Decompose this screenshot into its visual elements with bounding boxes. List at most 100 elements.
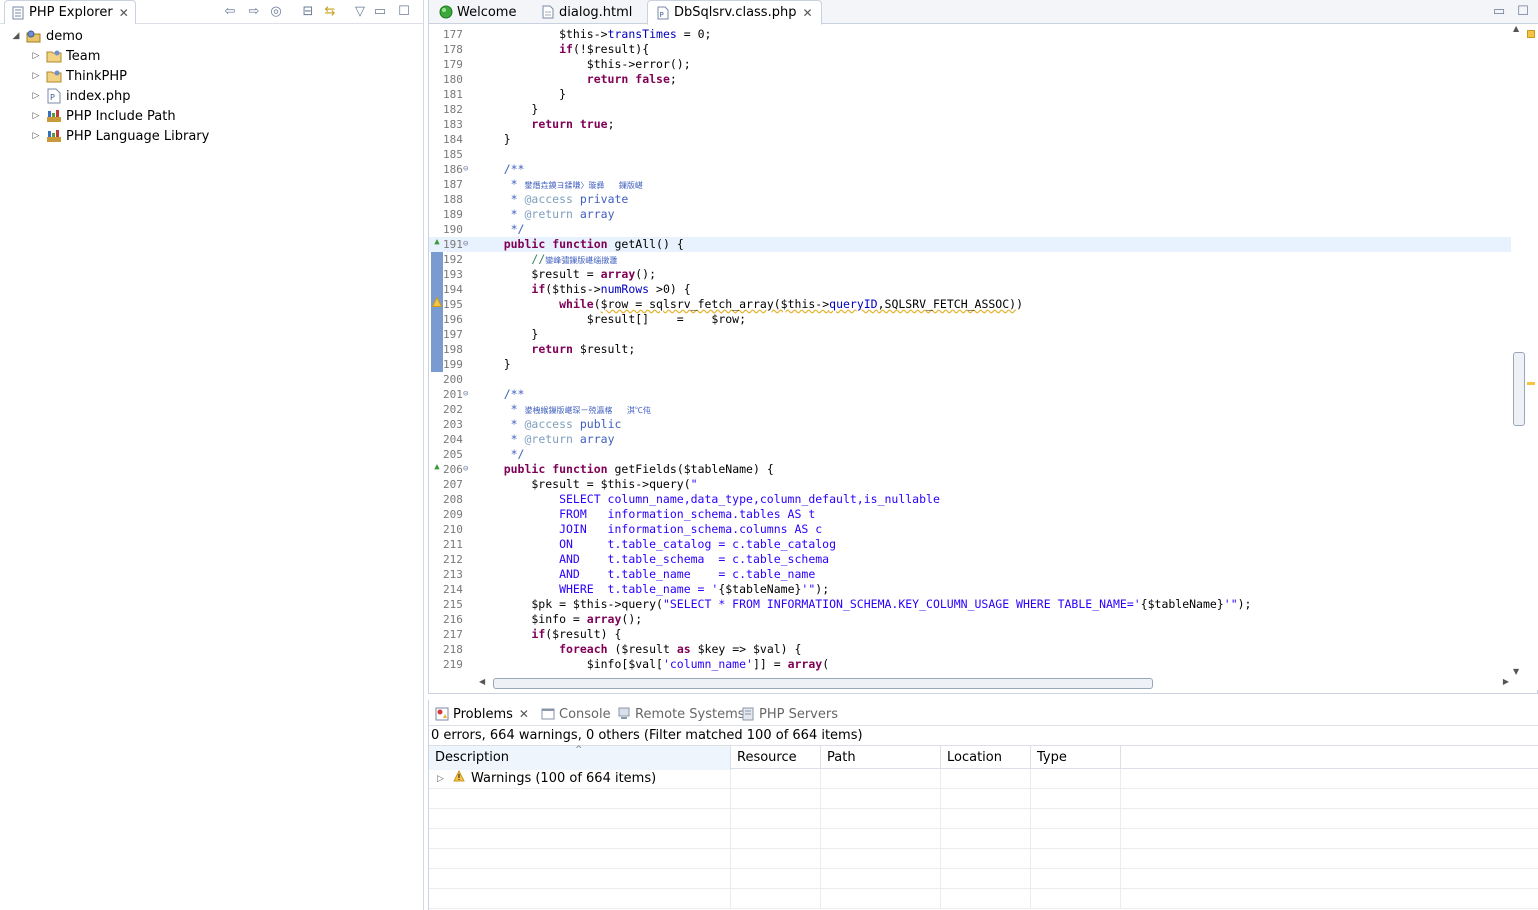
tab-dbsqlsrv-class-php[interactable]: P DbSqlsrv.class.php ✕ xyxy=(647,0,822,25)
view-menu-icon[interactable]: ▽ xyxy=(352,4,368,20)
overview-ruler[interactable] xyxy=(1525,24,1538,690)
override-marker-icon[interactable]: ▲ xyxy=(432,462,442,472)
collapsed-icon[interactable]: ▷ xyxy=(30,71,42,81)
code-text-area[interactable]: 177 $this->transTimes = 0; 178 if(!$resul… xyxy=(429,24,1511,676)
close-icon[interactable]: ✕ xyxy=(119,6,129,20)
forward-icon[interactable]: ⇨ xyxy=(246,4,262,20)
tab-remote-systems[interactable]: Remote Systems xyxy=(613,702,749,726)
tab-problems[interactable]: Problems ✕ xyxy=(431,702,533,726)
code-line[interactable]: 177 $this->transTimes = 0; xyxy=(429,27,1511,42)
code-line[interactable]: 183 return true; xyxy=(429,117,1511,132)
up-icon[interactable]: ◎ xyxy=(268,4,284,20)
collapsed-icon[interactable]: ▷ xyxy=(30,51,42,61)
code-line[interactable]: 211 ON t.table_catalog = c.table_catalog xyxy=(429,537,1511,552)
code-line[interactable]: 190 */ xyxy=(429,222,1511,237)
code-line[interactable]: 209 FROM information_schema.tables AS t xyxy=(429,507,1511,522)
code-line[interactable]: 198 return $result; xyxy=(429,342,1511,357)
code-line[interactable]: 199 } xyxy=(429,357,1511,372)
code-line[interactable]: 178 if(!$result){ xyxy=(429,42,1511,57)
code-line[interactable]: 214 WHERE t.table_name = '{$tableName}'"… xyxy=(429,582,1511,597)
code-line[interactable]: 184 } xyxy=(429,132,1511,147)
code-line[interactable]: 202 * 鍙栧緱鏁版嵁琛ㄧ殑瀛楁 淇℃伅 xyxy=(429,402,1511,417)
tree-item-index-php[interactable]: ▷ P index.php xyxy=(0,86,420,106)
code-line[interactable]: 192 //鑾峰彇鏁版嵁缁撴灉 xyxy=(429,252,1511,267)
fold-toggle-icon[interactable]: ⊖ xyxy=(463,237,468,252)
column-header-location[interactable]: Location xyxy=(941,746,1031,770)
code-line[interactable]: 200 xyxy=(429,372,1511,387)
collapsed-icon[interactable]: ▷ xyxy=(30,91,42,101)
close-icon[interactable]: ✕ xyxy=(802,6,812,20)
column-header-type[interactable]: Type xyxy=(1031,746,1121,770)
code-line[interactable]: 201 ⊖ /** xyxy=(429,387,1511,402)
code-line[interactable]: 217 if($result) { xyxy=(429,627,1511,642)
code-line[interactable]: 212 AND t.table_schema = c.table_schema xyxy=(429,552,1511,567)
warning-marker-icon[interactable] xyxy=(431,296,443,307)
code-line[interactable]: 197 } xyxy=(429,327,1511,342)
code-line[interactable]: 185 xyxy=(429,147,1511,162)
code-line[interactable]: 216 $info = array(); xyxy=(429,612,1511,627)
code-line[interactable]: 182 } xyxy=(429,102,1511,117)
column-header-path[interactable]: Path xyxy=(821,746,941,770)
vertical-scroll-thumb[interactable] xyxy=(1513,352,1525,426)
maximize-icon[interactable]: ☐ xyxy=(1515,4,1531,20)
code-line[interactable]: 186 ⊖ /** xyxy=(429,162,1511,177)
code-line[interactable]: 189 * @return array xyxy=(429,207,1511,222)
minimize-icon[interactable]: ▭ xyxy=(372,4,388,20)
warning-marker[interactable] xyxy=(1527,382,1535,385)
override-marker-icon[interactable]: ▲ xyxy=(432,237,442,247)
scroll-right-icon[interactable]: ▶ xyxy=(1503,677,1509,686)
tree-item-php-language-library[interactable]: ▷ PHP Language Library xyxy=(0,126,420,146)
code-line[interactable]: 188 * @access private xyxy=(429,192,1511,207)
code-line[interactable]: 195 while($row = sqlsrv_fetch_array($thi… xyxy=(429,296,1511,312)
horizontal-scrollbar[interactable]: ◀ ▶ xyxy=(477,676,1511,690)
fold-toggle-icon[interactable]: ⊖ xyxy=(463,162,468,177)
code-line[interactable]: 181 } xyxy=(429,87,1511,102)
close-icon[interactable]: ✕ xyxy=(519,707,529,721)
tree-item-php-include-path[interactable]: ▷ PHP Include Path xyxy=(0,106,420,126)
code-line[interactable]: 218 foreach ($result as $key => $val) { xyxy=(429,642,1511,657)
horizontal-scroll-thumb[interactable] xyxy=(493,678,1153,689)
code-line[interactable]: 210 JOIN information_schema.columns AS c xyxy=(429,522,1511,537)
minimize-icon[interactable]: ▭ xyxy=(1491,4,1507,20)
link-with-editor-icon[interactable]: ⇆ xyxy=(322,4,338,20)
code-line[interactable]: 196 $result[] = $row; xyxy=(429,312,1511,327)
tab-php-explorer[interactable]: PHP Explorer ✕ xyxy=(4,0,136,24)
back-icon[interactable]: ⇦ xyxy=(222,4,238,20)
tab-welcome[interactable]: Welcome xyxy=(431,0,524,24)
code-line[interactable]: 179 $this->error(); xyxy=(429,57,1511,72)
code-line[interactable]: 193 $result = array(); xyxy=(429,267,1511,282)
vertical-scrollbar[interactable]: ▲ ▼ xyxy=(1511,24,1525,676)
tab-console[interactable]: Console xyxy=(537,702,615,726)
tree-item-thinkphp[interactable]: ▷ ThinkPHP xyxy=(0,66,420,86)
code-line[interactable]: 187 * 鐢熸垚鏌ヨ鍒嗛〉璇彞 鏁版嵁 xyxy=(429,177,1511,192)
code-line[interactable]: 180 return false; xyxy=(429,72,1511,87)
scroll-left-icon[interactable]: ◀ xyxy=(479,677,485,686)
fold-toggle-icon[interactable]: ⊖ xyxy=(463,462,468,477)
scroll-up-icon[interactable]: ▲ xyxy=(1513,24,1519,33)
code-line[interactable]: 191 ⊖ ▲ public function getAll() { xyxy=(429,237,1511,252)
warning-summary-icon[interactable] xyxy=(1527,30,1535,38)
code-line[interactable]: 208 SELECT column_name,data_type,column_… xyxy=(429,492,1511,507)
column-header-resource[interactable]: Resource xyxy=(731,746,821,770)
fold-toggle-icon[interactable]: ⊖ xyxy=(463,387,468,402)
code-line[interactable]: 219 $info[$val['column_name']] = array( xyxy=(429,657,1511,672)
collapsed-icon[interactable]: ▷ xyxy=(30,131,42,141)
table-row[interactable]: ▷ Warnings (100 of 664 items) xyxy=(429,769,1538,789)
code-line[interactable]: 205 */ xyxy=(429,447,1511,462)
code-line[interactable]: 215 $pk = $this->query("SELECT * FROM IN… xyxy=(429,597,1511,612)
code-line[interactable]: 194 if($this->numRows >0) { xyxy=(429,282,1511,297)
tree-item-team[interactable]: ▷ Team xyxy=(0,46,420,66)
maximize-icon[interactable]: ☐ xyxy=(396,4,412,20)
collapse-all-icon[interactable]: ⊟ xyxy=(300,4,316,20)
tab-dialog-html[interactable]: dialog.html xyxy=(533,0,640,24)
column-header-description[interactable]: Description ^ xyxy=(429,745,731,770)
collapsed-icon[interactable]: ▷ xyxy=(437,769,449,789)
tree-item-demo[interactable]: ◢ demo xyxy=(0,26,420,46)
code-line[interactable]: 204 * @return array xyxy=(429,432,1511,447)
collapsed-icon[interactable]: ▷ xyxy=(30,111,42,121)
code-line[interactable]: 213 AND t.table_name = c.table_name xyxy=(429,567,1511,582)
expanded-icon[interactable]: ◢ xyxy=(10,31,22,41)
code-line[interactable]: 207 $result = $this->query(" xyxy=(429,477,1511,492)
tab-php-servers[interactable]: PHP Servers xyxy=(737,702,842,726)
code-line[interactable]: 203 * @access public xyxy=(429,417,1511,432)
